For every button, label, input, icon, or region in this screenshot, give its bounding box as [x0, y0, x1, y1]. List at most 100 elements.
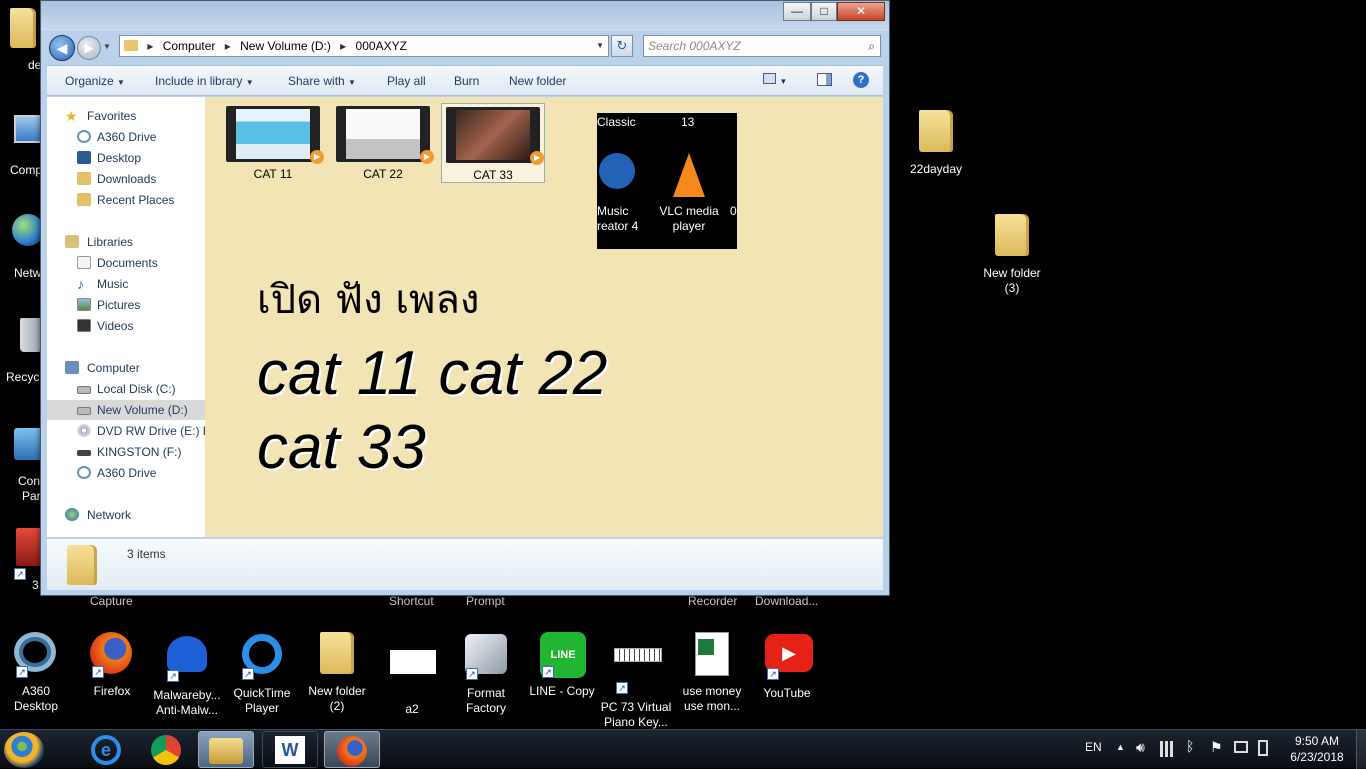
network-icon	[65, 508, 79, 521]
burn-button[interactable]: Burn	[454, 74, 479, 88]
action-center-flag-icon[interactable]: ⚑	[1210, 739, 1223, 756]
desktop-icon-partial-red[interactable]: ↗ 3	[10, 528, 42, 594]
nav-desktop[interactable]: Desktop	[47, 148, 205, 168]
file-explorer-icon	[209, 738, 243, 764]
nav-downloads[interactable]: Downloads	[47, 169, 205, 189]
nav-computer[interactable]: Computer	[47, 358, 205, 378]
desktop-icon	[77, 151, 91, 164]
show-hidden-icons-button[interactable]: ▲	[1116, 742, 1125, 752]
show-desktop-button[interactable]	[1356, 730, 1366, 769]
start-button[interactable]	[4, 732, 44, 768]
nav-a360-drive-fav[interactable]: A360 Drive	[47, 127, 205, 147]
help-button[interactable]: ?	[853, 72, 869, 88]
preview-pane-button[interactable]	[817, 73, 832, 89]
nav-network[interactable]: Network	[47, 505, 205, 525]
new-folder-button[interactable]: New folder	[509, 74, 566, 88]
nav-pictures[interactable]: Pictures	[47, 295, 205, 315]
back-button[interactable]: ◀	[49, 35, 75, 61]
bluetooth-icon[interactable]: ᛒ	[1186, 738, 1194, 754]
file-item-cat-33[interactable]: ▶ CAT 33	[441, 103, 545, 183]
share-with-menu[interactable]: Share with ▼	[288, 74, 356, 88]
help-icon: ?	[853, 72, 869, 88]
taskbar-word[interactable]: W	[262, 731, 318, 768]
play-all-button[interactable]: Play all	[387, 74, 426, 88]
display-icon[interactable]	[1234, 741, 1248, 753]
address-dropdown-icon[interactable]: ▼	[596, 36, 604, 56]
nav-music[interactable]: ♪ Music	[47, 274, 205, 294]
nav-a360-drive[interactable]: A360 Drive	[47, 463, 205, 483]
desktop-icon-new-folder-3[interactable]: New folder (3)	[974, 214, 1050, 296]
maximize-button[interactable]: □	[811, 2, 837, 21]
search-icon[interactable]: ⌕	[868, 36, 875, 56]
volume-icon[interactable]: 🔊︎	[1136, 739, 1145, 756]
change-view-button[interactable]: ▼	[763, 73, 787, 87]
video-thumbnail-icon: ▶	[336, 106, 434, 164]
desktop-icon-quicktime[interactable]: ↗ QuickTime Player	[224, 632, 300, 716]
network-status-icon[interactable]	[1160, 741, 1176, 757]
file-item-cat-22[interactable]: ▶ CAT 22	[331, 103, 435, 181]
desktop-icon-network-partial[interactable]: Netw	[8, 214, 44, 282]
item-count: 3 items	[127, 547, 166, 561]
desktop-icon-recycle-partial[interactable]: Recyc	[6, 318, 42, 388]
malwarebytes-icon	[167, 636, 207, 672]
taskbar-chrome[interactable]	[138, 731, 194, 768]
desktop-icon-control-panel-partial[interactable]: Con Par	[8, 428, 42, 506]
desktop-icon-excel-file[interactable]: use money use mon...	[674, 632, 750, 714]
shortcut-arrow-icon: ↗	[16, 666, 28, 678]
shortcut-arrow-icon: ↗	[14, 568, 26, 580]
app-icon	[16, 528, 42, 566]
nav-libraries[interactable]: Libraries	[47, 232, 205, 252]
organize-menu[interactable]: Organize ▼	[65, 74, 125, 88]
nav-recent-places[interactable]: Recent Places	[47, 190, 205, 210]
include-in-library-menu[interactable]: Include in library ▼	[155, 74, 254, 88]
firefox-icon	[337, 736, 367, 766]
desktop-icon-computer-partial[interactable]: Comp	[8, 115, 42, 180]
desktop-icon-partial[interactable]: de	[10, 8, 41, 76]
taskbar-firefox[interactable]	[324, 731, 380, 768]
language-indicator[interactable]: EN	[1085, 740, 1102, 754]
nav-local-disk-c[interactable]: Local Disk (C:)	[47, 379, 205, 399]
nav-videos[interactable]: Videos	[47, 316, 205, 336]
folder-large-icon	[67, 545, 97, 585]
desktop-icon-22dayday[interactable]: 22dayday	[898, 110, 974, 177]
close-button[interactable]: ✕	[837, 2, 885, 21]
desktop-icon-firefox[interactable]: ↗ Firefox	[74, 632, 150, 699]
desktop-icon-piano[interactable]: ↗ PC 73 Virtual Piano Key...	[598, 632, 674, 730]
refresh-button[interactable]: ↻	[611, 35, 633, 57]
search-input[interactable]: Search 000AXYZ ⌕	[643, 35, 881, 57]
nav-documents[interactable]: Documents	[47, 253, 205, 273]
explorer-window: — □ ✕ ◀ ▶ ▼ ▸ Computer ▸ New Volume (D:)…	[40, 0, 890, 596]
breadcrumb-computer[interactable]: Computer	[163, 39, 216, 53]
breadcrumb-000axyz[interactable]: 000AXYZ	[356, 39, 407, 53]
nav-new-volume-d[interactable]: New Volume (D:)	[47, 400, 205, 420]
recent-pages-dropdown[interactable]: ▼	[103, 39, 113, 55]
desktop-label-prompt: Prompt	[466, 594, 505, 608]
clock[interactable]: 9:50 AM 6/23/2018	[1282, 733, 1352, 765]
minimize-button[interactable]: —	[783, 2, 811, 21]
desktop-label-capture: Capture	[90, 594, 133, 608]
internet-explorer-icon: e	[91, 735, 121, 765]
music-note-icon: ♪	[77, 276, 84, 292]
nav-dvd-drive-e[interactable]: DVD RW Drive (E:) Ba	[47, 421, 205, 441]
arrow-left-icon: ◀	[56, 40, 68, 56]
desktop-icon-new-folder-2[interactable]: New folder (2)	[299, 632, 375, 714]
nav-kingston-f[interactable]: KINGSTON (F:)	[47, 442, 205, 462]
forward-button[interactable]: ▶	[77, 36, 101, 60]
taskbar-explorer[interactable]	[198, 731, 254, 768]
desktop-icon-format-factory[interactable]: ↗ Format Factory	[448, 632, 524, 716]
battery-icon[interactable]	[1258, 740, 1268, 756]
shortcut-arrow-icon: ↗	[92, 666, 104, 678]
breadcrumb-new-volume[interactable]: New Volume (D:)	[240, 39, 331, 53]
address-bar[interactable]: ▸ Computer ▸ New Volume (D:) ▸ 000AXYZ ▼	[119, 35, 609, 57]
desktop-icon-malwarebytes[interactable]: ↗ Malwareby... Anti-Malw...	[149, 632, 225, 718]
file-item-cat-11[interactable]: ▶ CAT 11	[221, 103, 325, 181]
taskbar: e W EN ▲ 🔊︎ ᛒ ⚑ 9:50 AM 6/23/2018	[0, 729, 1366, 769]
nav-favorites[interactable]: ★ Favorites	[47, 106, 205, 126]
taskbar-ie[interactable]: e	[78, 731, 134, 768]
shortcut-arrow-icon: ↗	[616, 682, 628, 694]
desktop-icon-a360[interactable]: ↗ A360 Desktop	[0, 632, 74, 714]
desktop-icon-line[interactable]: LINE ↗ LINE - Copy	[524, 632, 600, 699]
desktop-icon-youtube[interactable]: ▶ ↗ YouTube	[749, 632, 825, 701]
window-titlebar[interactable]	[41, 1, 889, 31]
desktop-icon-a2[interactable]: a2	[374, 632, 450, 717]
